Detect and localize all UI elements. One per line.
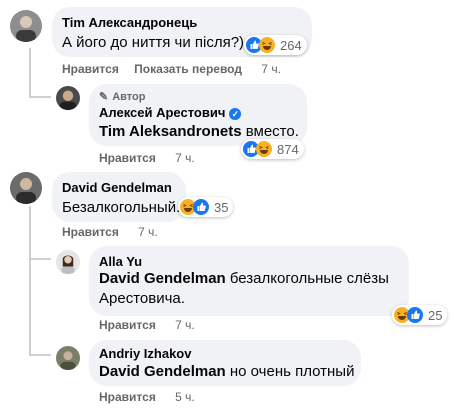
comment-actions: Нравится 7 ч. — [99, 151, 195, 165]
comment-text: David Gendelman но очень плотный — [99, 362, 354, 382]
comment-author[interactable]: Alla Yu — [99, 254, 142, 270]
reaction-count: 25 — [428, 307, 443, 323]
like-button[interactable]: Нравится — [99, 151, 156, 165]
comment-actions: Нравится 7 ч. — [62, 225, 158, 239]
comment-text: Безалкогольный. — [62, 199, 181, 216]
like-button[interactable]: Нравится — [99, 390, 156, 404]
reaction-summary[interactable]: 264 — [244, 35, 307, 55]
badge-icon: ✎ — [99, 91, 109, 103]
badge-label: Автор — [112, 91, 146, 103]
author-name[interactable]: Алексей Арестович — [99, 105, 225, 120]
comment-time[interactable]: 7 ч. — [138, 225, 158, 239]
like-button[interactable]: Нравится — [62, 225, 119, 239]
avatar-alla[interactable] — [56, 250, 80, 274]
reaction-count: 35 — [214, 199, 229, 215]
comment-body: вместо. — [241, 123, 299, 140]
comment-bubble-arestovich: ✎ Автор Алексей Арестович ✓ Tim Aleksandr… — [89, 84, 307, 146]
mention-link[interactable]: David Gendelman — [99, 270, 226, 287]
comment-actions: Нравится 7 ч. — [99, 318, 195, 332]
reaction-summary[interactable]: 874 — [241, 139, 304, 159]
thread-line — [29, 48, 31, 98]
comment-bubble-alla: Alla Yu David Gendelman безалкогольные с… — [89, 246, 409, 316]
comment-bubble-andriy: Andriy Izhakov David Gendelman но очень … — [89, 340, 361, 386]
mention-link[interactable]: David Gendelman — [99, 363, 226, 380]
like-button[interactable]: Нравится — [62, 62, 119, 76]
haha-reaction-icon — [256, 141, 272, 157]
reaction-summary[interactable]: 25 — [392, 305, 448, 325]
like-reaction-icon — [407, 307, 423, 323]
verified-icon: ✓ — [229, 107, 242, 120]
comment-author[interactable]: Алексей Арестович ✓ — [99, 105, 242, 121]
haha-reaction-icon — [259, 37, 275, 53]
comment-actions: Нравится Показать перевод 7 ч. — [62, 62, 281, 76]
mention-link[interactable]: Tim Aleksandronets — [99, 123, 242, 140]
comment-bubble-david: David Gendelman Безалкогольный. — [52, 172, 186, 222]
comment-author[interactable]: Tim Александронець — [62, 15, 197, 31]
reaction-count: 874 — [277, 141, 299, 157]
comment-time[interactable]: 7 ч. — [175, 151, 195, 165]
comment-text: David Gendelman безалкогольные слёзы Аре… — [99, 269, 399, 309]
avatar-arestovich[interactable] — [56, 86, 80, 110]
comment-actions: Нравится 5 ч. — [99, 390, 195, 404]
comment-body: но очень плотный — [225, 363, 355, 380]
reaction-summary[interactable]: 35 — [178, 197, 234, 217]
show-translation-link[interactable]: Показать перевод — [134, 62, 242, 76]
avatar-david[interactable] — [10, 172, 42, 204]
thread-line — [29, 96, 51, 98]
like-reaction-icon — [193, 199, 209, 215]
avatar-tim[interactable] — [10, 10, 42, 42]
author-badge: ✎ Автор — [99, 91, 145, 104]
comment-author[interactable]: David Gendelman — [62, 180, 172, 196]
comment-time[interactable]: 5 ч. — [175, 390, 195, 404]
like-button[interactable]: Нравится — [99, 318, 156, 332]
comment-author[interactable]: Andriy Izhakov — [99, 346, 191, 362]
comment-text: А його до ниття чи після?) — [62, 34, 245, 51]
thread-line — [29, 206, 31, 356]
comment-time[interactable]: 7 ч. — [175, 318, 195, 332]
thread-line — [29, 354, 51, 356]
comment-time[interactable]: 7 ч. — [261, 62, 281, 76]
avatar-andriy[interactable] — [56, 346, 80, 370]
thread-line — [29, 258, 51, 260]
reaction-count: 264 — [280, 37, 302, 53]
